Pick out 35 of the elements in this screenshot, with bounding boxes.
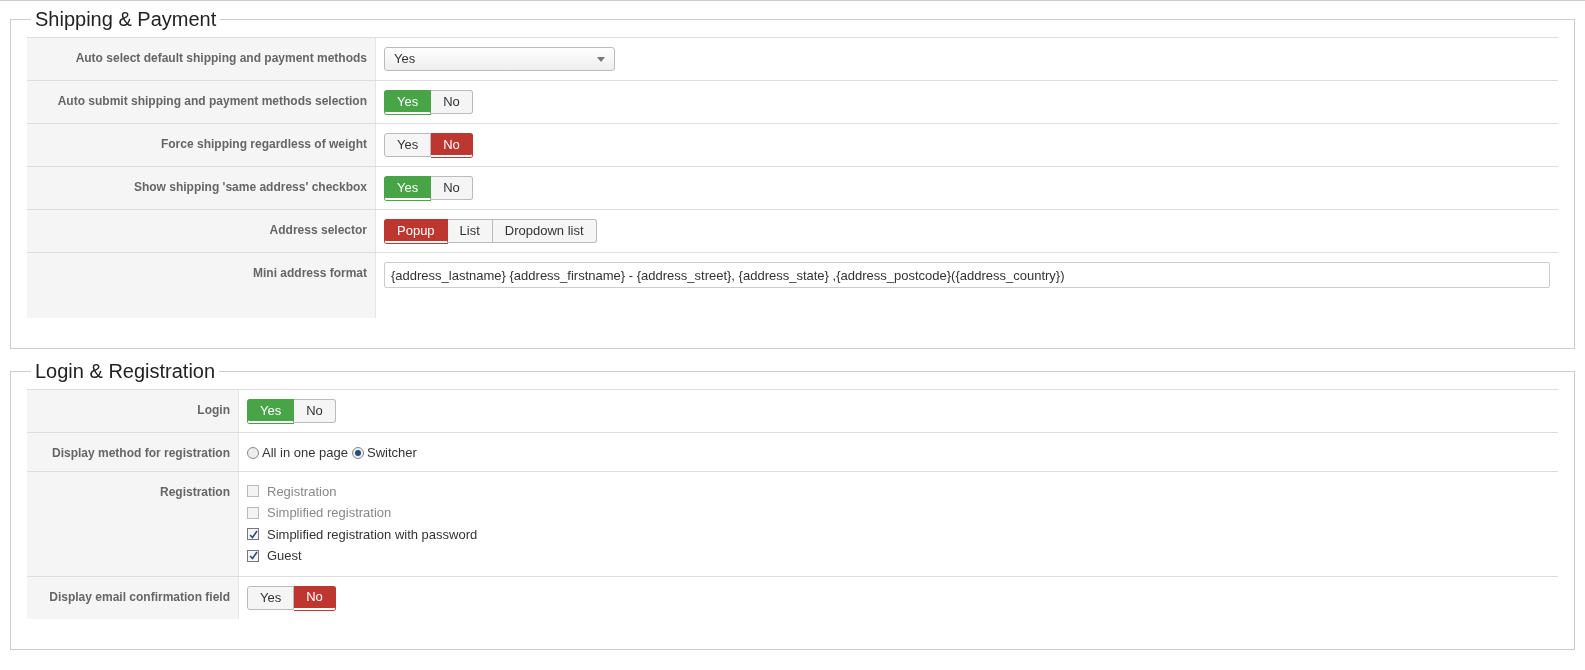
checkbox-label: Simplified registration with password: [267, 525, 478, 544]
toggle-option[interactable]: No: [431, 176, 473, 200]
radio-button[interactable]: [352, 446, 364, 459]
field-label: Show shipping 'same address' checkbox: [133, 180, 367, 194]
toggle-option[interactable]: No: [431, 133, 473, 157]
field-label: Address selector: [269, 223, 367, 237]
field-label: Display method for registration: [51, 446, 230, 460]
dropdown[interactable]: Yes: [384, 47, 615, 71]
field-label: Mini address format: [252, 266, 367, 280]
checkbox-label: Guest: [267, 547, 302, 565]
input-field[interactable]: {address_lastname} {address_firstname} - {address_street}, {address_state} ,{address_postcode}({address_country}): [384, 262, 1550, 288]
toggle-option[interactable]: No: [294, 585, 336, 610]
field-label: Display email confirmation field: [49, 589, 230, 604]
field-label: Login: [197, 403, 230, 417]
radio-button[interactable]: [247, 446, 259, 459]
section-title: Shipping & Payment: [34, 7, 218, 31]
radio-label: Switcher: [367, 444, 417, 462]
checkbox[interactable]: [247, 528, 259, 541]
toggle-option[interactable]: Dropdown list: [492, 219, 597, 243]
toggle-option[interactable]: Yes: [247, 585, 295, 610]
field-label: Auto select default shipping and payment methods: [75, 51, 367, 65]
section-title: Login & Registration: [34, 359, 217, 383]
toggle-option[interactable]: No: [294, 399, 336, 423]
checkbox-label: Registration: [267, 482, 337, 501]
field-label: Registration: [160, 484, 230, 499]
toggle-option[interactable]: Yes: [384, 133, 432, 157]
radio-label: All in one page: [262, 444, 348, 462]
toggle-option[interactable]: Popup: [384, 219, 448, 243]
caret-icon: [597, 56, 605, 62]
toggle-option[interactable]: List: [447, 219, 493, 243]
toggle-option[interactable]: No: [431, 90, 473, 114]
field-label: Force shipping regardless of weight: [160, 137, 367, 151]
field-label: Auto submit shipping and payment methods selection: [57, 94, 367, 108]
checkbox-label: Simplified registration: [267, 504, 392, 522]
checkbox[interactable]: [247, 549, 259, 562]
